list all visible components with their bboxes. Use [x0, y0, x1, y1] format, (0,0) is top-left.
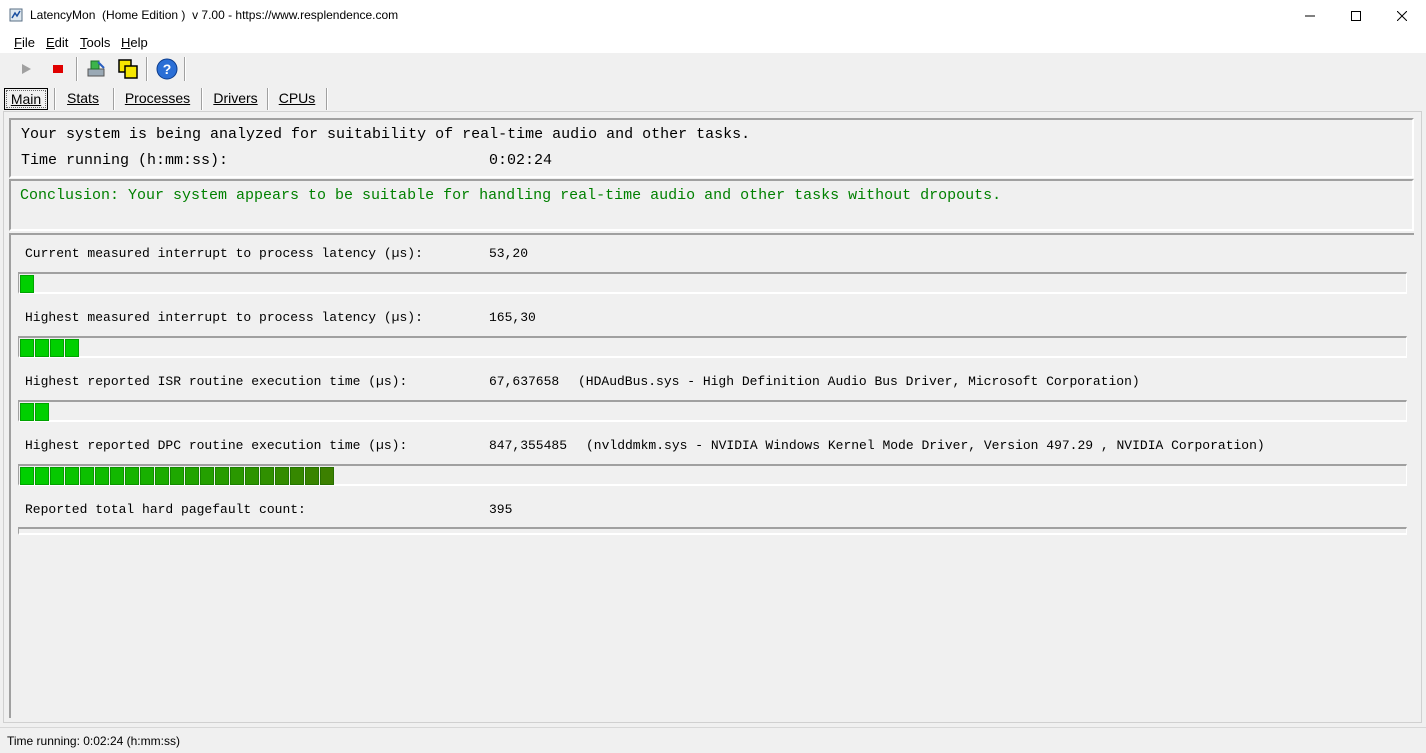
- bar-segment: [200, 467, 214, 485]
- stop-button[interactable]: [46, 57, 70, 81]
- help-icon: ?: [156, 58, 178, 80]
- drivers-button[interactable]: [84, 57, 108, 81]
- bar-segment: [170, 467, 184, 485]
- bar-segment: [125, 467, 139, 485]
- time-running-value: 0:02:24: [489, 152, 553, 169]
- time-running-label: Time running (h:mm:ss):: [21, 152, 229, 169]
- bar-segment: [50, 467, 64, 485]
- tab-separator: [113, 88, 115, 110]
- title-bar: LatencyMon (Home Edition ) v 7.00 - http…: [0, 0, 1426, 31]
- status-text: Time running: 0:02:24 (h:mm:ss): [7, 734, 180, 748]
- start-button[interactable]: [14, 57, 38, 81]
- maximize-icon: [1351, 10, 1361, 21]
- window-title: LatencyMon (Home Edition ) v 7.00 - http…: [30, 8, 399, 22]
- tab-cpus[interactable]: CPUs: [274, 88, 320, 108]
- bar-segment: [305, 467, 319, 485]
- play-icon: [22, 64, 31, 74]
- tab-separator: [201, 88, 203, 110]
- bar-segment: [185, 467, 199, 485]
- metric-label-current-latency: Current measured interrupt to process la…: [25, 246, 423, 261]
- bar-segment: [20, 403, 34, 421]
- menu-tools[interactable]: Tools: [80, 35, 110, 50]
- analysis-message: Your system is being analyzed for suitab…: [21, 126, 751, 143]
- tab-stats[interactable]: Stats: [60, 88, 106, 108]
- bar-segment: [20, 275, 34, 293]
- maximize-button[interactable]: [1333, 0, 1379, 31]
- bar-segment: [95, 467, 109, 485]
- dpc-bar: [18, 464, 1407, 486]
- menu-bar: File Edit Tools Help: [0, 31, 1426, 54]
- metric-value-isr: 67,637658: [489, 374, 560, 389]
- bar-segment: [260, 467, 274, 485]
- tab-separator: [54, 88, 56, 110]
- metric-value-current-latency: 53,20: [489, 246, 529, 261]
- bar-segment: [140, 467, 154, 485]
- metric-value-highest-latency: 165,30: [489, 310, 536, 325]
- bar-segment: [230, 467, 244, 485]
- tab-main[interactable]: Main: [4, 88, 48, 110]
- metric-label-dpc: Highest reported DPC routine execution t…: [25, 438, 408, 453]
- drivers-icon: [87, 60, 105, 77]
- metric-label-highest-latency: Highest measured interrupt to process la…: [25, 310, 423, 325]
- minimize-button[interactable]: [1287, 0, 1333, 31]
- conclusion-text: Conclusion: Your system appears to be su…: [20, 187, 1002, 204]
- toolbar: ?: [0, 54, 1426, 84]
- bar-segment: [20, 467, 34, 485]
- bar-segment: [320, 467, 334, 485]
- bar-segment: [215, 467, 229, 485]
- pagefault-bar: [18, 527, 1407, 535]
- metric-detail-isr: (HDAudBus.sys - High Definition Audio Bu…: [578, 374, 1140, 389]
- tab-processes[interactable]: Processes: [120, 88, 195, 108]
- bar-segment: [275, 467, 289, 485]
- analysis-panel: Your system is being analyzed for suitab…: [9, 118, 1414, 178]
- help-button[interactable]: ?: [155, 57, 179, 81]
- toolbar-separator: [76, 57, 78, 81]
- bar-segment: [65, 339, 79, 357]
- metric-detail-dpc: (nvlddmkm.sys - NVIDIA Windows Kernel Mo…: [586, 438, 1265, 453]
- windows-button[interactable]: [116, 57, 140, 81]
- bar-segment: [65, 467, 79, 485]
- metric-label-isr: Highest reported ISR routine execution t…: [25, 374, 408, 389]
- bar-segment: [245, 467, 259, 485]
- tab-drivers[interactable]: Drivers: [208, 88, 263, 108]
- toolbar-separator: [146, 57, 148, 81]
- minimize-icon: [1305, 15, 1315, 16]
- stop-icon: [53, 65, 63, 73]
- bar-segment: [35, 467, 49, 485]
- tab-separator: [267, 88, 269, 110]
- bar-segment: [110, 467, 124, 485]
- menu-file[interactable]: File: [14, 35, 35, 50]
- app-icon: [9, 8, 23, 22]
- latency-bar-current: [18, 272, 1407, 294]
- svg-text:?: ?: [163, 61, 172, 77]
- metric-label-pagefaults: Reported total hard pagefault count:: [25, 502, 306, 517]
- menu-edit[interactable]: Edit: [46, 35, 68, 50]
- latency-bar-highest: [18, 336, 1407, 358]
- tab-separator: [326, 88, 328, 110]
- menu-help[interactable]: Help: [121, 35, 148, 50]
- isr-bar: [18, 400, 1407, 422]
- status-bar: Time running: 0:02:24 (h:mm:ss): [0, 727, 1426, 753]
- bar-segment: [35, 339, 49, 357]
- bar-segment: [35, 403, 49, 421]
- metric-value-pagefaults: 395: [489, 502, 513, 517]
- conclusion-panel: Conclusion: Your system appears to be su…: [9, 179, 1414, 231]
- bar-segment: [290, 467, 304, 485]
- windows-icon: [118, 59, 138, 79]
- bar-segment: [50, 339, 64, 357]
- bar-segment: [80, 467, 94, 485]
- bar-segment: [20, 339, 34, 357]
- tab-bar: Main Stats Processes Drivers CPUs: [0, 84, 1426, 110]
- close-icon: [1397, 10, 1407, 21]
- bar-segment: [155, 467, 169, 485]
- toolbar-separator: [184, 57, 186, 81]
- close-button[interactable]: [1379, 0, 1425, 31]
- metric-value-dpc: 847,355485: [489, 438, 568, 453]
